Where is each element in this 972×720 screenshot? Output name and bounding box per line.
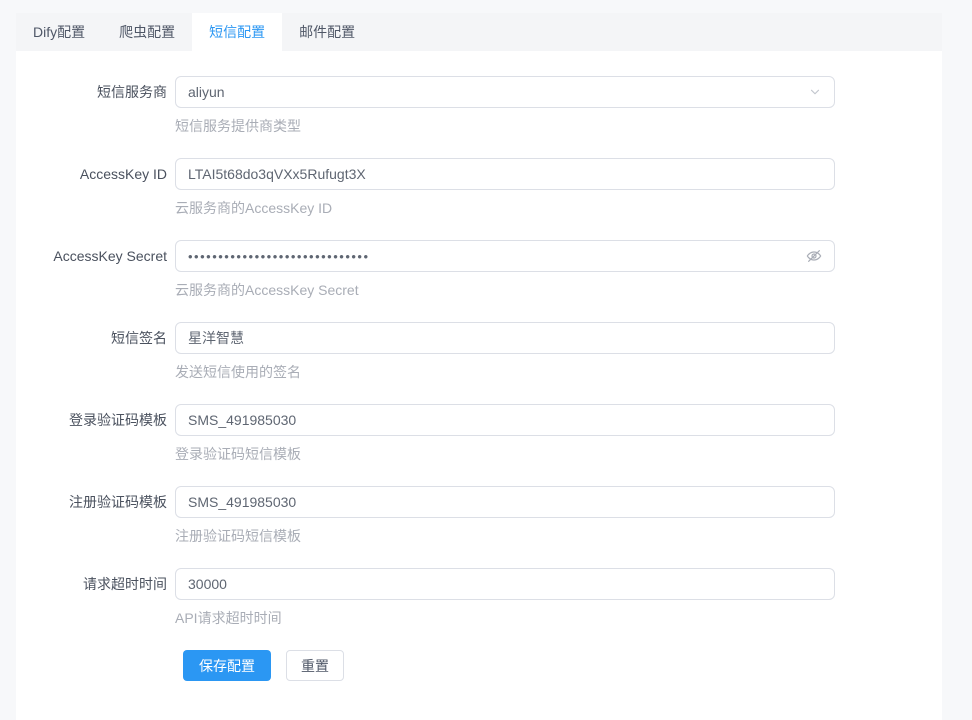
request-timeout-control (175, 568, 835, 600)
login-code-template-hint: 登录验证码短信模板 (175, 444, 835, 464)
accesskey-secret-input[interactable] (188, 249, 798, 264)
register-code-template-hint: 注册验证码短信模板 (175, 526, 835, 546)
accesskey-id-label: AccessKey ID (16, 158, 175, 218)
form-row-accesskey-secret: AccessKey Secret 云服务商的AccessKey Secret (16, 240, 942, 300)
tab-sms-config[interactable]: 短信配置 (192, 13, 282, 51)
accesskey-id-control (175, 158, 835, 190)
login-code-template-label: 登录验证码模板 (16, 404, 175, 464)
sms-provider-label: 短信服务商 (16, 76, 175, 136)
reset-button[interactable]: 重置 (286, 650, 344, 681)
register-code-template-input[interactable] (188, 494, 822, 510)
request-timeout-label: 请求超时时间 (16, 568, 175, 628)
request-timeout-input[interactable] (188, 576, 822, 592)
sms-signature-control (175, 322, 835, 354)
form-row-sms-provider: 短信服务商 短信服务提供商类型 (16, 76, 942, 136)
login-code-template-control (175, 404, 835, 436)
sms-provider-select[interactable] (175, 76, 835, 108)
sms-signature-input[interactable] (188, 330, 822, 346)
request-timeout-hint: API请求超时时间 (175, 608, 835, 628)
sms-config-form: 短信服务商 短信服务提供商类型 AccessKey ID 云服务商的Access… (16, 51, 942, 681)
accesskey-secret-control (175, 240, 835, 272)
register-code-template-label: 注册验证码模板 (16, 486, 175, 546)
form-row-request-timeout: 请求超时时间 API请求超时时间 (16, 568, 942, 628)
form-row-sms-signature: 短信签名 发送短信使用的签名 (16, 322, 942, 382)
sms-signature-label: 短信签名 (16, 322, 175, 382)
chevron-down-icon (808, 85, 822, 99)
form-actions: 保存配置 重置 (183, 650, 942, 681)
save-config-button[interactable]: 保存配置 (183, 650, 271, 681)
form-row-register-code-template: 注册验证码模板 注册验证码短信模板 (16, 486, 942, 546)
login-code-template-input[interactable] (188, 412, 822, 428)
settings-panel: Dify配置 爬虫配置 短信配置 邮件配置 短信服务商 短信服务提供商类型 Ac… (16, 13, 942, 720)
accesskey-id-hint: 云服务商的AccessKey ID (175, 198, 835, 218)
tab-crawler-config[interactable]: 爬虫配置 (102, 13, 192, 51)
form-row-accesskey-id: AccessKey ID 云服务商的AccessKey ID (16, 158, 942, 218)
config-tabbar: Dify配置 爬虫配置 短信配置 邮件配置 (16, 13, 942, 51)
form-row-login-code-template: 登录验证码模板 登录验证码短信模板 (16, 404, 942, 464)
eye-invisible-icon[interactable] (806, 248, 822, 264)
sms-provider-value[interactable] (188, 84, 800, 100)
sms-provider-hint: 短信服务提供商类型 (175, 116, 835, 136)
accesskey-secret-hint: 云服务商的AccessKey Secret (175, 280, 835, 300)
accesskey-secret-label: AccessKey Secret (16, 240, 175, 300)
sms-signature-hint: 发送短信使用的签名 (175, 362, 835, 382)
register-code-template-control (175, 486, 835, 518)
tab-mail-config[interactable]: 邮件配置 (282, 13, 372, 51)
tab-dify-config[interactable]: Dify配置 (16, 13, 102, 51)
accesskey-id-input[interactable] (188, 166, 822, 182)
